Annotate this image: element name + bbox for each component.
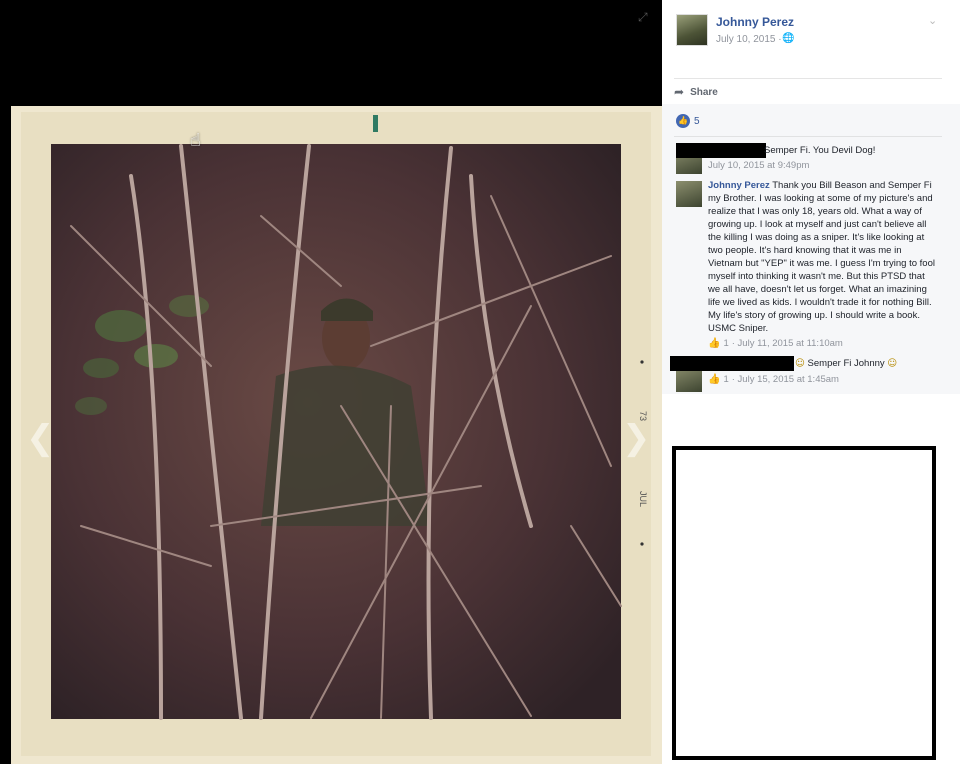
likes-count: 5: [694, 115, 700, 127]
author-avatar[interactable]: [676, 14, 708, 46]
post-date[interactable]: July 10, 2015 ·: [716, 34, 782, 45]
comment-date[interactable]: · July 11, 2015 at 11:10am: [732, 338, 843, 349]
comment-body: Johnny Perez Thank you Bill Beason and S…: [708, 179, 938, 335]
likes-summary[interactable]: 👍 5: [676, 114, 700, 128]
share-label: Share: [690, 86, 718, 98]
globe-icon: 🌐: [782, 33, 795, 44]
smiley-icon: ☺: [795, 358, 805, 369]
share-button[interactable]: ➦ Share: [674, 84, 718, 100]
comment-text: Semper Fi. You Devil Dog!: [764, 145, 876, 156]
photo[interactable]: 73 JUL: [11, 106, 662, 764]
like-icon: 👍: [676, 114, 690, 128]
redacted-box: [672, 446, 936, 760]
comments-section: 👍 5 Semper Fi. You Devil Dog! July 10, 2…: [662, 104, 960, 394]
author-name[interactable]: Johnny Perez: [716, 15, 794, 29]
comment-meta: 👍 1 · July 15, 2015 at 1:45am: [708, 374, 839, 385]
thumbs-up-icon[interactable]: 👍: [708, 374, 720, 385]
divider: [674, 78, 942, 79]
comment-date: July 10, 2015 at 9:49pm: [708, 160, 810, 171]
comment-meta: 👍 1 · July 11, 2015 at 11:10am: [708, 338, 843, 349]
comment-date[interactable]: · July 15, 2015 at 1:45am: [732, 374, 839, 385]
expand-icon[interactable]: ⤢: [638, 10, 652, 24]
comment-like-count[interactable]: 1: [723, 338, 728, 349]
divider: [674, 136, 942, 137]
redacted-name: [670, 356, 794, 371]
comment-text: Semper Fi Johnny: [807, 358, 885, 369]
redacted-name: [676, 143, 766, 158]
photo-viewer: ⤢ 73 JUL ❮ ❯ ☝: [0, 0, 662, 764]
post-side-panel: Johnny Perez July 10, 2015 · 🌐 ⌄ ➦ Share…: [662, 0, 960, 764]
next-photo-icon[interactable]: ❯: [622, 420, 651, 456]
comment-author[interactable]: Johnny Perez: [708, 180, 770, 191]
comment-like-count[interactable]: 1: [723, 374, 728, 385]
share-icon: ➦: [674, 85, 685, 99]
hand-cursor-icon: ☝: [190, 130, 201, 151]
comment-body: ☺ Semper Fi Johnny ☺: [795, 357, 897, 370]
comment-avatar[interactable]: [676, 181, 702, 207]
comment-text: Thank you Bill Beason and Semper Fi my B…: [708, 180, 935, 334]
previous-photo-icon[interactable]: ❮: [26, 420, 55, 456]
smiley-icon: ☺: [887, 358, 898, 369]
chevron-down-icon[interactable]: ⌄: [928, 14, 937, 27]
thumbs-up-icon[interactable]: 👍: [708, 338, 720, 349]
print-edge-text-2: JUL: [638, 491, 648, 507]
post-header: Johnny Perez July 10, 2015 · 🌐 ⌄ ➦ Share: [662, 0, 960, 104]
comment-timestamp[interactable]: July 10, 2015 at 9:49pm: [708, 160, 809, 171]
